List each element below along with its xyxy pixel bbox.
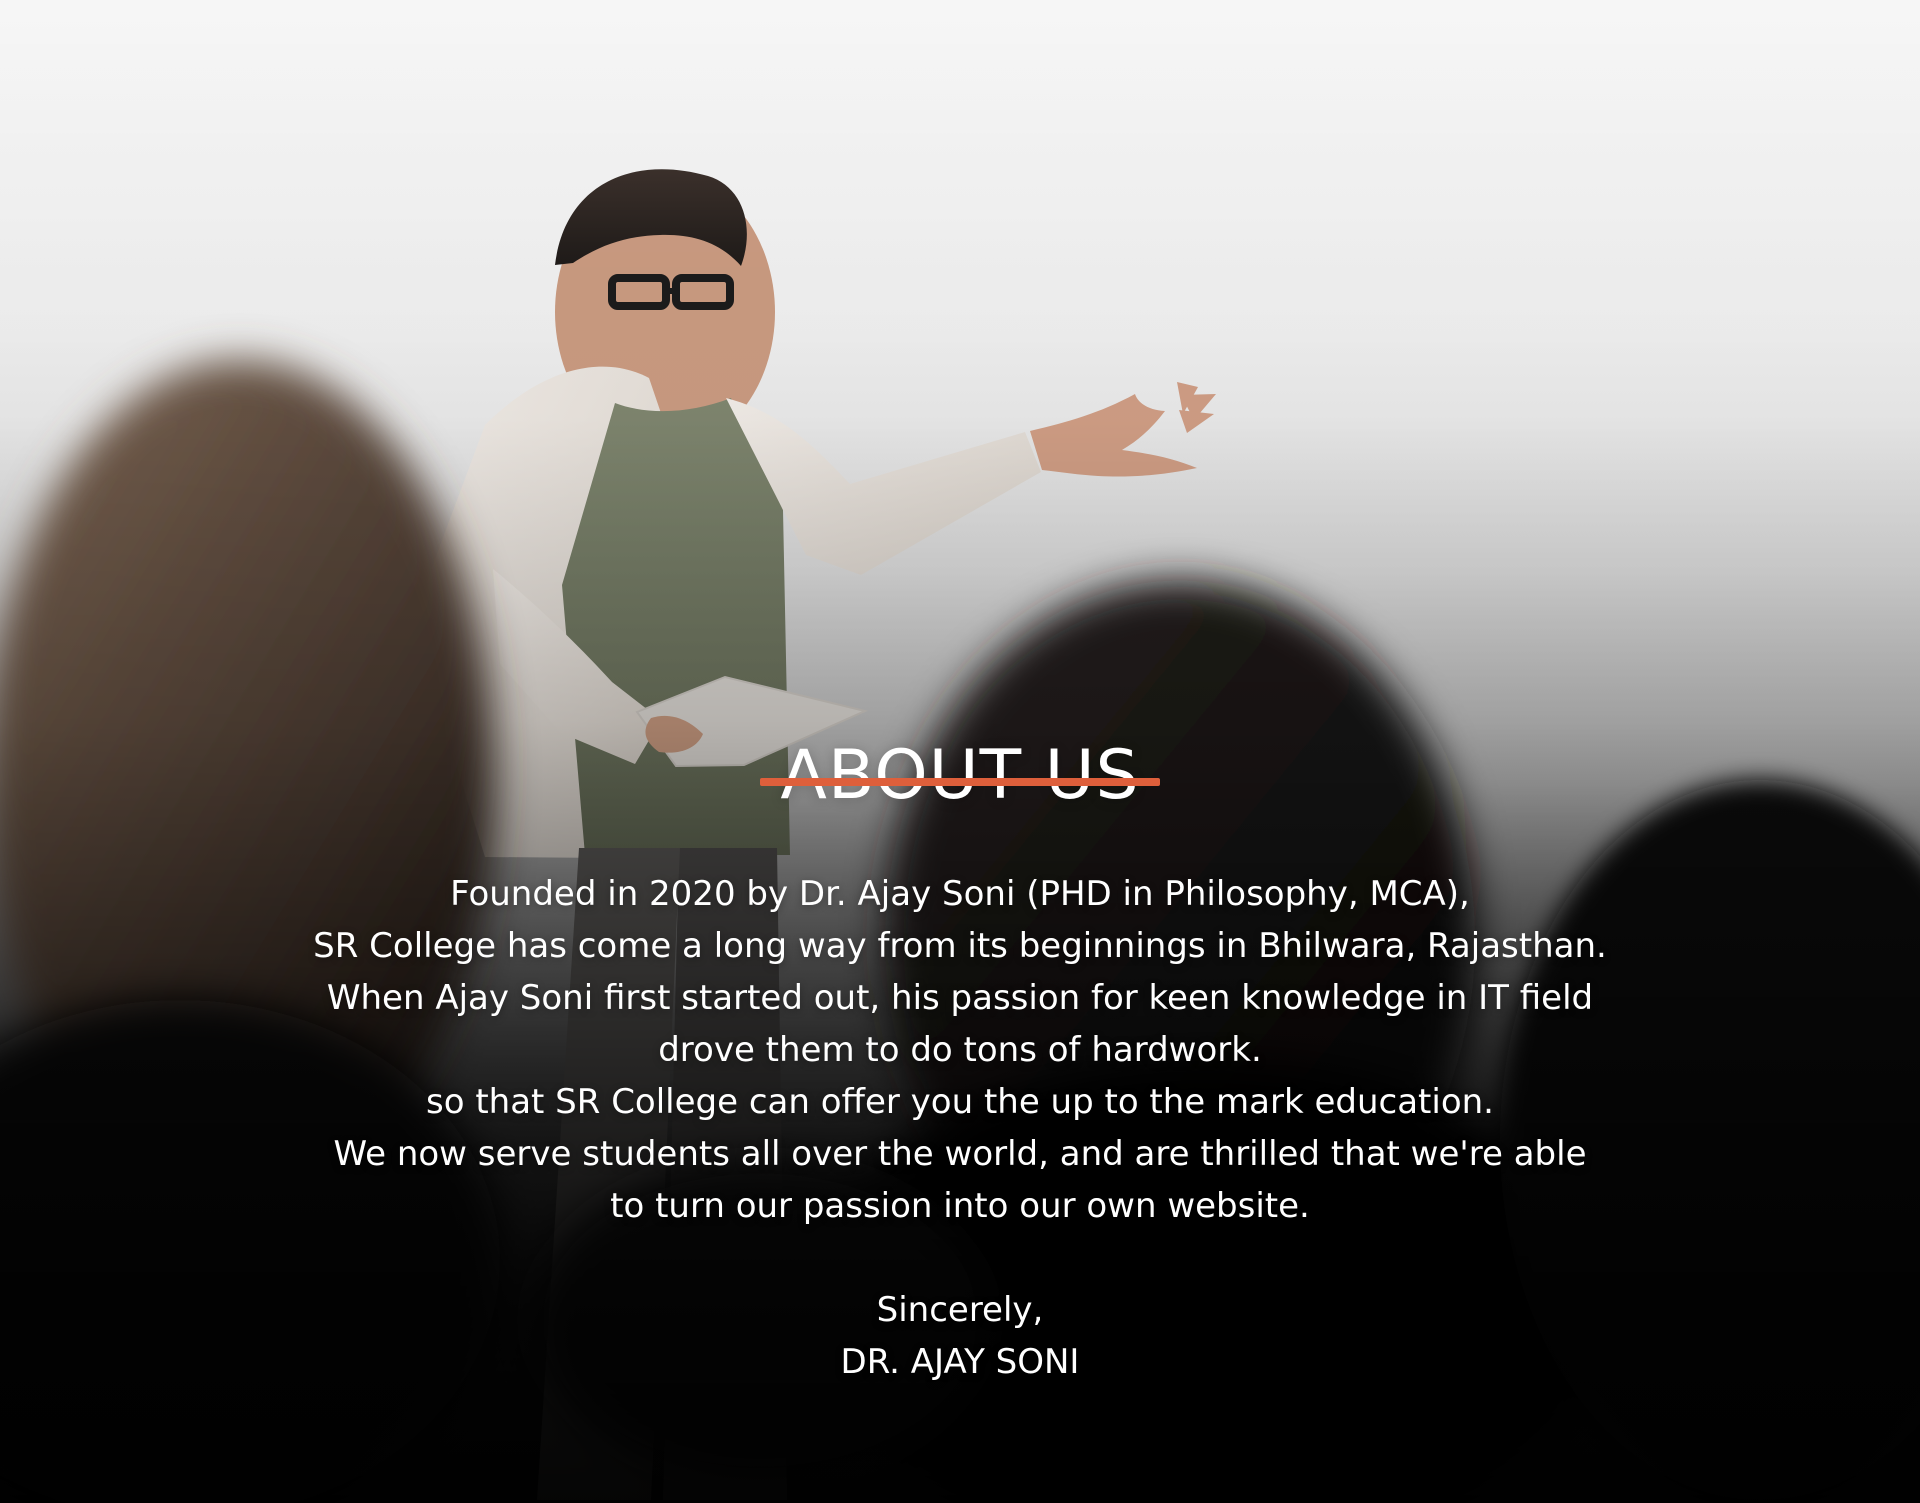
about-line-2: SR College has come a long way from its …: [313, 926, 1607, 966]
about-us-body: Founded in 2020 by Dr. Ajay Soni (PHD in…: [0, 868, 1920, 1388]
about-line-3: When Ajay Soni first started out, his pa…: [326, 978, 1594, 1018]
about-line-5: so that SR College can offer you the up …: [426, 1082, 1494, 1122]
signoff-name: DR. AJAY SONI: [840, 1342, 1080, 1382]
about-line-6: We now serve students all over the world…: [333, 1134, 1587, 1174]
signoff-closing: Sincerely,: [876, 1290, 1044, 1330]
signoff-spacer: [0, 1232, 1920, 1284]
about-line-1: Founded in 2020 by Dr. Ajay Soni (PHD in…: [450, 874, 1470, 914]
about-us-page: ABOUT US Founded in 2020 by Dr. Ajay Son…: [0, 0, 1920, 1503]
about-us-title: ABOUT US: [780, 735, 1140, 815]
about-us-content: ABOUT US Founded in 2020 by Dr. Ajay Son…: [0, 0, 1920, 1503]
about-line-4: drove them to do tons of hardwork.: [658, 1030, 1262, 1070]
about-line-7: to turn our passion into our own website…: [610, 1186, 1310, 1226]
title-underline: [760, 778, 1160, 786]
